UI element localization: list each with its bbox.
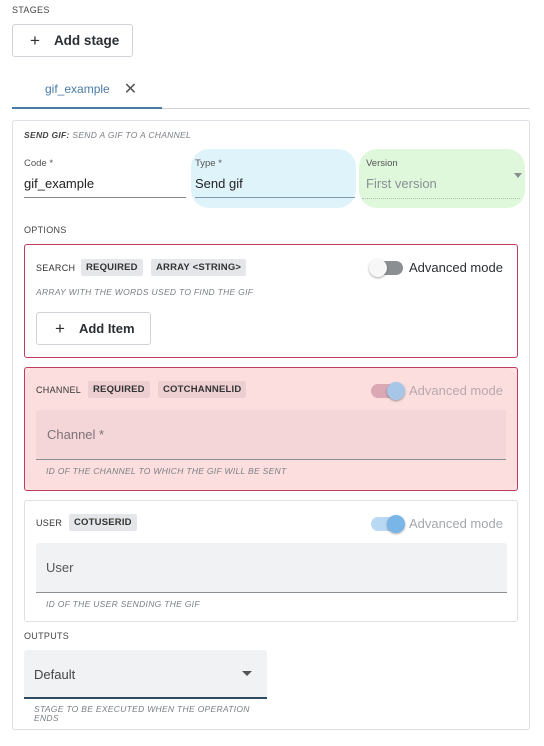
code-value[interactable]: gif_example [24, 176, 186, 191]
option-channel-name: CHANNEL [36, 385, 82, 395]
toggle-knob [369, 259, 387, 277]
advanced-mode-label: Advanced mode [409, 516, 503, 531]
user-input-placeholder: User [46, 560, 74, 575]
option-user: USER COTUSERID Advanced mode User ID OF … [24, 500, 518, 622]
caret-down-icon[interactable] [242, 671, 252, 676]
tab-active-indicator [12, 107, 162, 109]
option-search-help: ARRAY WITH THE WORDS USED TO FIND THE GI… [36, 287, 254, 297]
version-label: Version [366, 158, 398, 169]
advanced-mode-label: Advanced mode [409, 383, 503, 398]
type-label: Type * [195, 158, 222, 169]
toggle-knob [387, 515, 405, 533]
tab-gif-example[interactable]: gif_example ✕ [45, 79, 137, 99]
plus-icon: + [55, 319, 65, 338]
type-field[interactable]: Type * Send gif [195, 158, 355, 199]
option-user-help: ID OF THE USER SENDING THE GIF [46, 599, 200, 609]
type-underline [195, 197, 355, 198]
options-section-label: OPTIONS [24, 225, 67, 235]
stage-description-prefix: SEND GIF: [24, 130, 70, 140]
advanced-mode-label: Advanced mode [409, 260, 503, 275]
code-label: Code * [24, 158, 54, 169]
plus-icon: + [30, 31, 40, 50]
stage-description: SEND GIF: SEND A GIF TO A CHANNEL [24, 130, 191, 140]
output-select-value: Default [34, 667, 76, 682]
stage-description-text: SEND A GIF TO A CHANNEL [72, 130, 192, 140]
advanced-mode-toggle[interactable] [371, 382, 405, 400]
add-stage-label: Add stage [53, 33, 120, 48]
channel-input-placeholder: Channel * [47, 427, 105, 442]
advanced-mode-toggle[interactable] [369, 259, 403, 277]
option-search: SEARCH REQUIRED ARRAY <STRING> Advanced … [24, 244, 518, 358]
option-user-name: USER [36, 518, 63, 528]
add-item-label: Add Item [78, 321, 135, 336]
code-underline [24, 197, 186, 198]
code-field[interactable]: Code * gif_example [24, 158, 186, 199]
version-value[interactable]: First version [366, 176, 522, 191]
add-stage-button[interactable]: + Add stage [12, 24, 133, 57]
outputs-section-label: OUTPUTS [24, 631, 70, 641]
add-item-button[interactable]: + Add Item [36, 312, 151, 345]
close-icon[interactable]: ✕ [124, 79, 137, 99]
tab-label: gif_example [45, 82, 110, 96]
user-input[interactable]: User [36, 543, 507, 593]
output-help: STAGE TO BE EXECUTED WHEN THE OPERATION … [34, 704, 250, 723]
required-tag: REQUIRED [88, 381, 150, 398]
caret-down-icon[interactable] [514, 173, 522, 178]
output-select[interactable]: Default [24, 650, 267, 699]
type-tag: ARRAY <STRING> [151, 259, 247, 276]
version-select[interactable]: Version First version [362, 158, 522, 199]
option-channel: CHANNEL REQUIRED COTCHANNELID Advanced m… [24, 367, 518, 491]
type-tag: COTCHANNELID [158, 381, 247, 398]
type-value[interactable]: Send gif [195, 176, 355, 191]
option-channel-help: ID OF THE CHANNEL TO WHICH THE GIF WILL … [46, 466, 287, 476]
channel-input[interactable]: Channel * [36, 410, 506, 460]
option-search-name: SEARCH [36, 263, 76, 273]
required-tag: REQUIRED [81, 259, 143, 276]
type-tag: COTUSERID [69, 514, 137, 531]
advanced-mode-toggle[interactable] [371, 515, 405, 533]
stages-section-label: STAGES [12, 5, 50, 15]
toggle-knob [387, 382, 405, 400]
version-underline [362, 198, 520, 199]
